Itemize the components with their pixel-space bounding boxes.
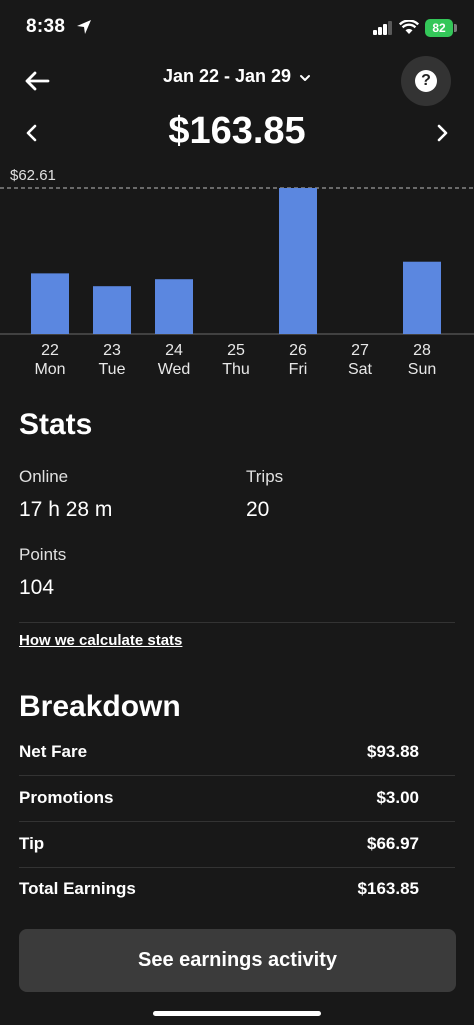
- points-value: 104: [19, 576, 55, 599]
- tick-label-weekday: Fri: [289, 361, 308, 378]
- max-value-label: $62.61: [10, 167, 56, 184]
- wifi-icon: [399, 20, 419, 34]
- breakdown-label: Total Earnings: [19, 879, 136, 898]
- location-arrow-icon: [77, 20, 91, 34]
- tick-label-weekday: Wed: [158, 361, 191, 378]
- divider: [19, 821, 455, 822]
- trips-label: Trips: [246, 467, 284, 486]
- breakdown-label: Net Fare: [19, 742, 88, 761]
- tick-label-day: 28: [413, 342, 431, 359]
- date-range-label: Jan 22 - Jan 29: [162, 66, 292, 86]
- online-value: 17 h 28 m: [19, 498, 113, 521]
- divider: [19, 622, 455, 623]
- tick-label-weekday: Tue: [99, 361, 126, 378]
- home-indicator: [153, 1011, 321, 1016]
- stats-title: Stats: [19, 408, 93, 441]
- how-we-calculate-stats-link[interactable]: How we calculate stats: [19, 632, 182, 649]
- battery-tip: [454, 24, 457, 32]
- question-mark-icon: ?: [415, 70, 437, 92]
- divider: [19, 867, 455, 868]
- status-bar: 8:38 82: [0, 0, 474, 56]
- breakdown-value: $93.88: [367, 742, 419, 761]
- breakdown-row-net-fare: Net Fare $93.88: [19, 742, 419, 762]
- battery-icon: 82: [425, 19, 453, 37]
- tick-label-weekday: Mon: [34, 361, 65, 378]
- tick-label-day: 23: [103, 342, 121, 359]
- points-label: Points: [19, 545, 67, 564]
- chevron-down-icon: [300, 74, 311, 81]
- earnings-bar-chart: $62.61 22 Mon 23 Tue 24 Wed 25 Thu 26 Fri 27 Sat 28 Su…: [0, 167, 474, 378]
- tick-label-weekday: Sun: [408, 361, 436, 378]
- online-label: Online: [19, 467, 69, 486]
- breakdown-value: $163.85: [357, 879, 419, 898]
- tick-label-weekday: Thu: [222, 361, 250, 378]
- chart-bar: [31, 273, 69, 334]
- tick-label-day: 25: [227, 342, 245, 359]
- help-button[interactable]: ?: [401, 56, 451, 106]
- tick-label-day: 26: [289, 342, 307, 359]
- breakdown-label: Promotions: [19, 788, 114, 807]
- chart-bar: [279, 188, 317, 334]
- chart-bar: [93, 286, 131, 334]
- chart-bar: [403, 261, 441, 334]
- breakdown-title: Breakdown: [19, 690, 181, 723]
- cellular-signal-icon: [373, 21, 392, 35]
- see-earnings-activity-button[interactable]: See earnings activity: [19, 929, 456, 992]
- status-time: 8:38: [26, 16, 66, 37]
- breakdown-label: Tip: [19, 834, 45, 853]
- chevron-right-icon[interactable]: [432, 122, 452, 144]
- breakdown-value: $66.97: [367, 834, 419, 853]
- tick-label-day: 22: [41, 342, 59, 359]
- trips-value: 20: [246, 498, 270, 521]
- breakdown-row-promotions: Promotions $3.00: [19, 788, 419, 808]
- tick-label-day: 27: [351, 342, 369, 359]
- breakdown-value: $3.00: [376, 788, 419, 807]
- weekly-total: $163.85: [168, 110, 306, 152]
- breakdown-row-total-earnings: Total Earnings $163.85: [19, 879, 419, 899]
- divider: [19, 775, 455, 776]
- tick-label-weekday: Sat: [348, 361, 373, 378]
- tick-label-day: 24: [165, 342, 183, 359]
- breakdown-row-tip: Tip $66.97: [19, 834, 419, 854]
- chart-bar: [155, 279, 193, 334]
